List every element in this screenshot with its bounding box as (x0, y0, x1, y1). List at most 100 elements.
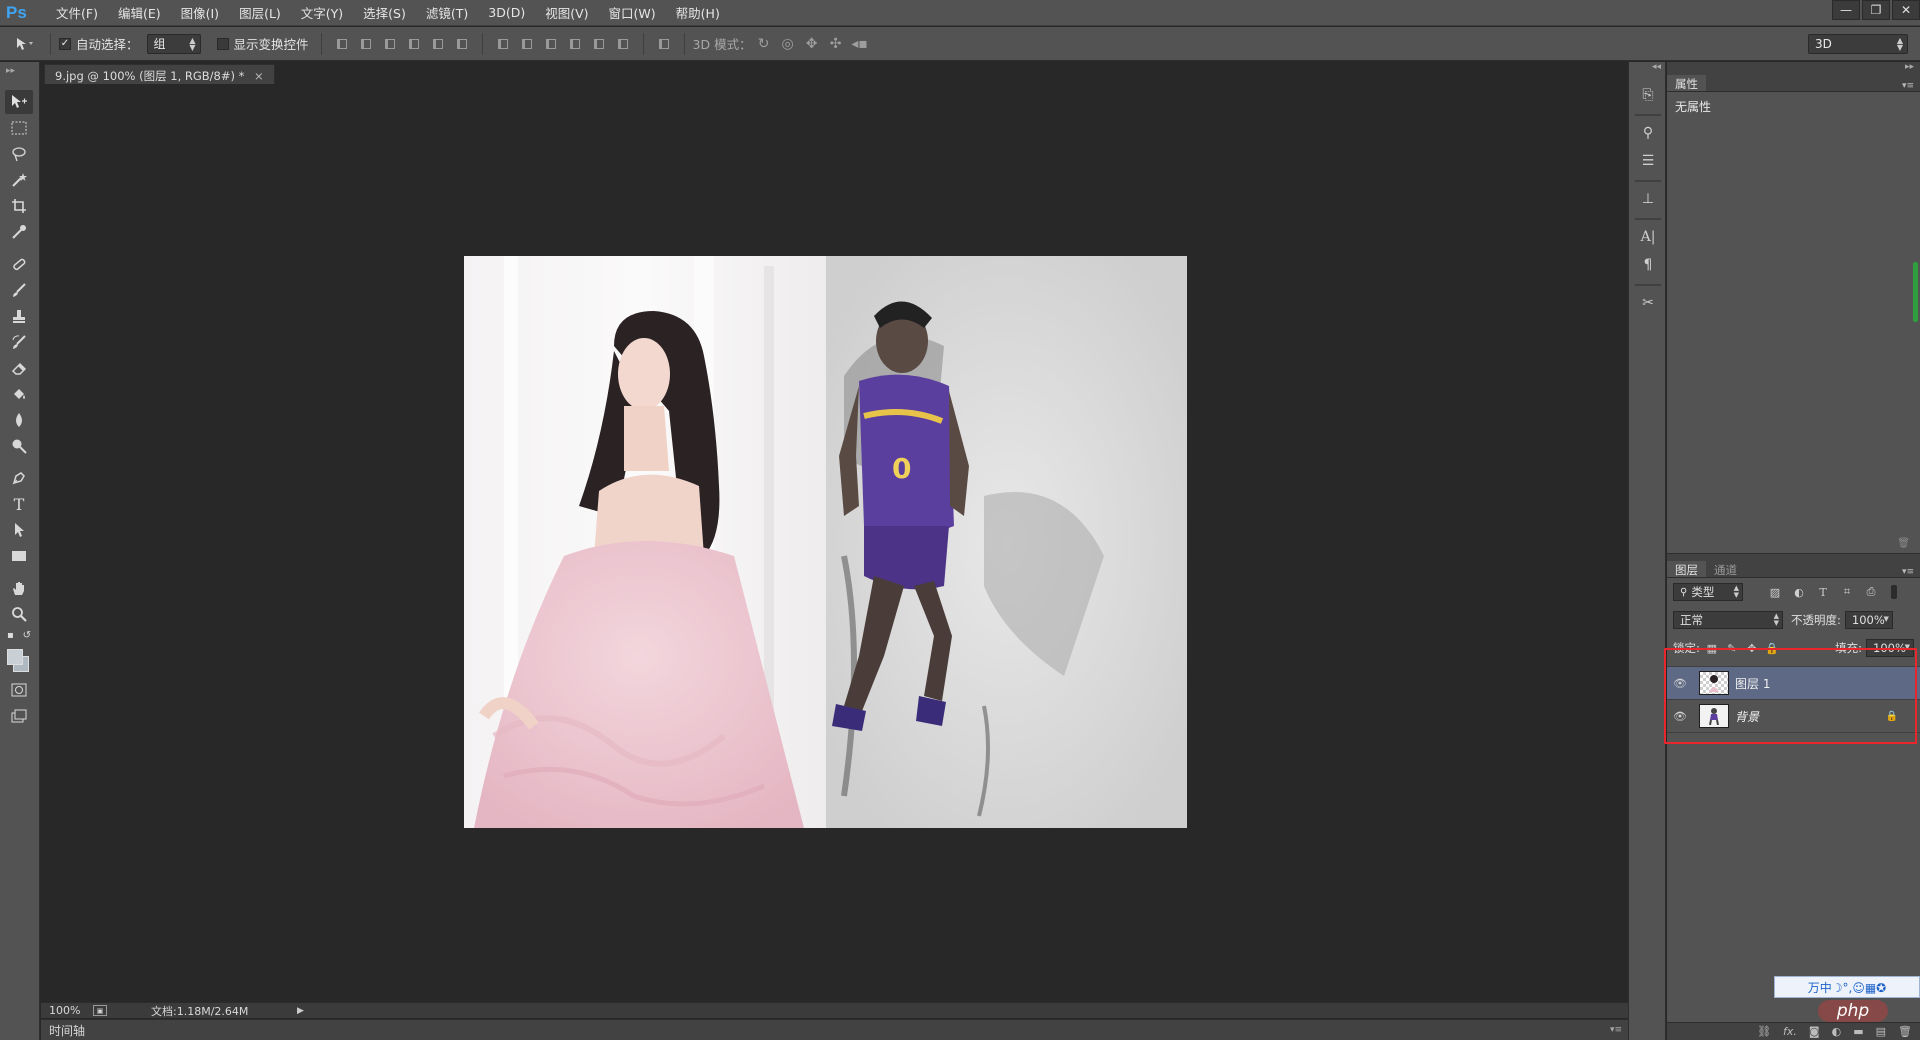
brush-presets-icon[interactable]: ⚲ (1636, 122, 1660, 144)
dock-collapse-icon[interactable]: ◂◂ (1629, 62, 1665, 78)
menu-help[interactable]: 帮助(H) (666, 3, 730, 22)
menu-filter[interactable]: 滤镜(T) (416, 3, 478, 22)
align-top-icon[interactable] (333, 35, 351, 53)
document-tab[interactable]: 9.jpg @ 100% (图层 1, RGB/8#) * × (44, 64, 275, 84)
new-adjustment-icon[interactable]: ◐ (1832, 1025, 1842, 1038)
path-selection-tool-icon[interactable] (5, 518, 33, 542)
menu-edit[interactable]: 编辑(E) (108, 3, 171, 22)
align-left-icon[interactable] (405, 35, 423, 53)
clone-stamp-tool-icon[interactable] (5, 304, 33, 328)
zoom-tool-icon[interactable] (5, 602, 33, 626)
tool-presets-icon[interactable]: ✂ (1636, 292, 1660, 314)
show-transform-checkbox[interactable] (216, 37, 229, 50)
rotate-3d-icon[interactable]: ↻ (754, 35, 774, 53)
zoom-level[interactable]: 100% (41, 1004, 87, 1017)
adjustments-icon[interactable]: ☰ (1636, 150, 1660, 172)
menu-select[interactable]: 选择(S) (353, 3, 416, 22)
brush-tool-icon[interactable] (5, 278, 33, 302)
filter-toggle-switch[interactable] (1891, 585, 1897, 599)
quick-mask-icon[interactable] (5, 678, 33, 702)
panel-collapse-icon[interactable]: ▸▸ (0, 62, 39, 88)
clone-source-icon[interactable]: ⊥ (1636, 188, 1660, 210)
distribute-hcenter-icon[interactable] (590, 35, 608, 53)
opacity-input[interactable]: 100% ▼ (1844, 611, 1893, 629)
align-bottom-icon[interactable] (381, 35, 399, 53)
distribute-top-icon[interactable] (494, 35, 512, 53)
filter-pixel-icon[interactable]: ▨ (1767, 584, 1783, 600)
pen-tool-icon[interactable] (5, 466, 33, 490)
menu-file[interactable]: 文件(F) (46, 3, 108, 22)
auto-select-dropdown[interactable]: 组 ▲ ▼ (146, 33, 201, 54)
layer-filter-dropdown[interactable]: ⚲ 类型 ▲ ▼ (1673, 583, 1743, 601)
restore-button[interactable]: ❐ (1862, 0, 1890, 20)
align-hcenter-icon[interactable] (429, 35, 447, 53)
distribute-right-icon[interactable] (614, 35, 632, 53)
move-tool-icon[interactable] (5, 90, 33, 114)
properties-menu-icon[interactable]: ▾≡ (1902, 81, 1914, 91)
tab-layers[interactable]: 图层 (1667, 561, 1706, 577)
document-canvas[interactable]: 0 (464, 256, 1187, 828)
menu-image[interactable]: 图像(I) (171, 3, 229, 22)
menu-type[interactable]: 文字(Y) (291, 3, 353, 22)
filter-smart-object-icon[interactable]: ⎙ (1863, 584, 1879, 600)
blur-tool-icon[interactable] (5, 408, 33, 432)
paragraph-panel-icon[interactable]: ¶ (1636, 254, 1660, 276)
filter-adjustment-icon[interactable]: ◐ (1791, 584, 1807, 600)
lasso-tool-icon[interactable] (5, 142, 33, 166)
new-group-icon[interactable]: ▬ (1853, 1025, 1863, 1038)
layers-menu-icon[interactable]: ▾≡ (1902, 567, 1914, 577)
align-right-icon[interactable] (453, 35, 471, 53)
close-tab-icon[interactable]: × (254, 69, 264, 83)
add-mask-icon[interactable]: ◙ (1809, 1025, 1820, 1038)
magic-wand-tool-icon[interactable] (5, 168, 33, 192)
distribute-vcenter-icon[interactable] (518, 35, 536, 53)
move-tool-preset-icon[interactable] (8, 32, 42, 56)
slide-3d-icon[interactable]: ✣ (826, 35, 846, 53)
blend-mode-dropdown[interactable]: 正常 ▲ ▼ (1673, 611, 1783, 629)
delete-layer-icon[interactable]: 🗑 (1898, 1025, 1912, 1038)
filter-type-icon[interactable]: T (1815, 584, 1831, 600)
properties-trash-icon[interactable]: 🗑 (1897, 538, 1910, 549)
eraser-tool-icon[interactable] (5, 356, 33, 380)
scale-3d-icon[interactable]: ◂▪ (850, 35, 870, 53)
menu-view[interactable]: 视图(V) (535, 3, 598, 22)
properties-scrollbar[interactable] (1913, 262, 1918, 322)
menu-3d[interactable]: 3D(D) (478, 5, 535, 20)
workspace-dropdown[interactable]: 3D ▲ ▼ (1808, 34, 1908, 54)
close-button[interactable]: ✕ (1892, 0, 1920, 20)
distribute-bottom-icon[interactable] (542, 35, 560, 53)
new-layer-icon[interactable]: ▤ (1876, 1025, 1886, 1038)
swap-colors-icon[interactable]: ▪ ↺ (5, 628, 33, 642)
crop-tool-icon[interactable] (5, 194, 33, 218)
auto-select-checkbox[interactable]: ✓ (59, 37, 71, 50)
history-brush-tool-icon[interactable] (5, 330, 33, 354)
layer-style-icon[interactable]: fx. (1783, 1025, 1797, 1038)
healing-brush-tool-icon[interactable] (5, 252, 33, 276)
distribute-left-icon[interactable] (566, 35, 584, 53)
menu-window[interactable]: 窗口(W) (599, 3, 666, 22)
hand-tool-icon[interactable] (5, 576, 33, 600)
type-tool-icon[interactable]: T (5, 492, 33, 516)
align-vcenter-icon[interactable] (357, 35, 375, 53)
tab-properties[interactable]: 属性 (1667, 75, 1706, 91)
color-swatches-icon[interactable] (5, 644, 33, 676)
status-menu-arrow-icon[interactable]: ▶ (297, 1006, 304, 1016)
link-layers-icon[interactable]: ⛓ (1757, 1025, 1771, 1038)
rectangle-tool-icon[interactable] (5, 544, 33, 568)
history-panel-icon[interactable]: ⎘ (1636, 84, 1660, 106)
marquee-tool-icon[interactable] (5, 116, 33, 140)
minimize-button[interactable]: — (1832, 0, 1860, 20)
roll-3d-icon[interactable]: ◎ (778, 35, 798, 53)
filter-shape-icon[interactable]: ⌗ (1839, 584, 1855, 600)
timeline-menu-icon[interactable]: ▾≡ (1610, 1025, 1622, 1035)
panel-collapse-arrows-icon[interactable]: ▸▸ (1667, 62, 1920, 76)
menu-layer[interactable]: 图层(L) (229, 3, 291, 22)
character-panel-icon[interactable]: A| (1636, 226, 1660, 248)
screen-mode-icon[interactable] (5, 704, 33, 728)
status-info-icon[interactable]: ▣ (93, 1005, 107, 1016)
paint-bucket-tool-icon[interactable] (5, 382, 33, 406)
eyedropper-tool-icon[interactable] (5, 220, 33, 244)
auto-align-icon[interactable] (655, 35, 673, 53)
ime-toolbar[interactable]: 万中☽°,☺▦✪ (1774, 976, 1920, 998)
pan-3d-icon[interactable]: ✥ (802, 35, 822, 53)
